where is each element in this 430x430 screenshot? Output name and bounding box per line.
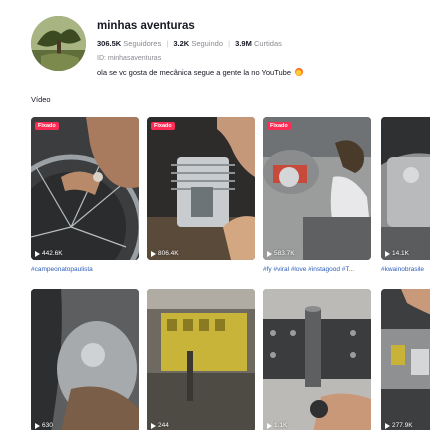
section-title-video[interactable]: Vídeo <box>31 95 51 104</box>
pinned-badge: Fixado <box>35 122 59 130</box>
fire-emoji-icon <box>295 68 304 76</box>
divider: | <box>228 39 231 48</box>
divider: | <box>166 39 169 48</box>
profile-name: minhas aventuras <box>97 20 195 32</box>
view-count: 244 <box>151 422 169 429</box>
video-thumbnail <box>263 117 371 260</box>
view-count-value: 442.6K <box>42 250 63 257</box>
view-count: 583.7K <box>267 250 295 257</box>
bio-text: ola se vc gosta de mecânica segue a gent… <box>97 68 292 77</box>
profile-header: minhas aventuras 306.5K Seguidores | 3.2… <box>31 16 430 86</box>
view-count: 806.4K <box>151 250 179 257</box>
video-grid: Fixado 442.6K Fixado 806.4K Fixado 583.7… <box>31 117 430 430</box>
video-thumbnail <box>147 289 255 430</box>
video-card[interactable]: 630 <box>31 289 139 430</box>
view-count: 630 <box>35 422 53 429</box>
view-count-value: 583.7K <box>274 250 295 257</box>
video-card[interactable]: Fixado 806.4K <box>147 117 255 260</box>
play-icon <box>151 250 156 257</box>
following-count[interactable]: 3.2K <box>173 39 189 48</box>
video-thumbnail <box>31 289 139 430</box>
pinned-badge: Fixado <box>267 122 291 130</box>
view-count: 277.9K <box>385 422 413 429</box>
video-card[interactable]: Fixado 583.7K <box>263 117 371 260</box>
view-count: 1.1K <box>267 422 287 429</box>
profile-bio: ola se vc gosta de mecânica segue a gent… <box>97 68 304 77</box>
view-count-value: 277.9K <box>392 422 413 429</box>
view-count: 442.6K <box>35 250 63 257</box>
video-card[interactable]: 244 <box>147 289 255 430</box>
video-thumbnail <box>381 289 430 430</box>
pinned-badge: Fixado <box>151 122 175 130</box>
play-icon <box>35 422 40 429</box>
avatar[interactable] <box>31 16 86 71</box>
play-icon <box>35 250 40 257</box>
play-icon <box>385 250 390 257</box>
likes-count: 3.9M <box>235 39 252 48</box>
play-icon <box>385 422 390 429</box>
play-icon <box>151 422 156 429</box>
play-icon <box>267 250 272 257</box>
video-caption[interactable]: #fy #viral #love #instagood #T... <box>263 266 373 273</box>
followers-count[interactable]: 306.5K <box>97 39 121 48</box>
view-count: 14.1K <box>385 250 409 257</box>
view-count-value: 244 <box>158 422 169 429</box>
view-count-value: 14.1K <box>392 250 409 257</box>
view-count-value: 1.1K <box>274 422 288 429</box>
video-caption[interactable]: #kwainobrasile <box>381 266 430 273</box>
profile-id: ID: minhasaventuras <box>97 55 162 62</box>
video-caption[interactable]: #campeonatopaulista <box>31 266 139 273</box>
video-thumbnail <box>31 117 139 260</box>
followers-label[interactable]: Seguidores <box>123 39 161 48</box>
view-count-value: 806.4K <box>158 250 179 257</box>
video-thumbnail <box>263 289 371 430</box>
video-thumbnail <box>147 117 255 260</box>
likes-label: Curtidas <box>253 39 282 48</box>
video-thumbnail <box>381 117 430 260</box>
video-card[interactable]: Fixado 442.6K <box>31 117 139 260</box>
video-card[interactable]: 14.1K <box>381 117 430 260</box>
following-label[interactable]: Seguindo <box>191 39 223 48</box>
video-card[interactable]: 1.1K <box>263 289 371 430</box>
video-card[interactable]: 277.9K <box>381 289 430 430</box>
view-count-value: 630 <box>42 422 53 429</box>
play-icon <box>267 422 272 429</box>
profile-stats: 306.5K Seguidores | 3.2K Seguindo | 3.9M… <box>97 39 282 48</box>
